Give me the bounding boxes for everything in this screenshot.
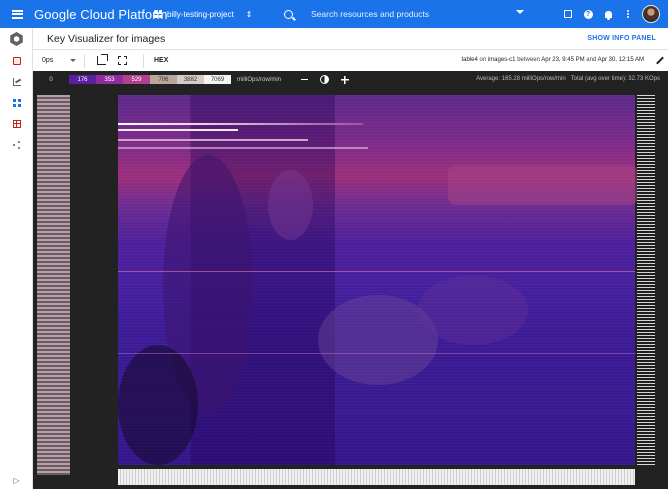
and-label: and	[586, 57, 597, 63]
brand-title[interactable]: Google Cloud Platform	[34, 7, 168, 22]
heatmap-region	[118, 345, 198, 465]
help-icon: ?	[583, 9, 593, 19]
table-name: table4	[461, 57, 478, 63]
heatmap-region	[268, 170, 313, 240]
top-app-bar: Google Cloud Platform billy-testing-proj…	[0, 0, 668, 28]
fullscreen-icon[interactable]	[118, 56, 127, 65]
total-value: Total (avg over time): 32.73 KOps	[570, 76, 660, 82]
chart-icon	[12, 77, 21, 86]
scale-unit: milliOps/row/min	[237, 76, 282, 83]
end-time: Apr 30, 12:15 AM	[597, 57, 644, 63]
help-button[interactable]: ?	[578, 5, 598, 23]
heatmap-hot-row	[118, 271, 635, 272]
heatmap-hot-row	[118, 129, 238, 131]
key-visualizer-icon	[12, 98, 21, 107]
edit-icon[interactable]	[656, 56, 664, 65]
project-selector[interactable]: billy-testing-project ⇕	[154, 10, 252, 19]
heatmap[interactable]	[118, 95, 638, 465]
divider	[84, 53, 85, 68]
scale-segment: 353	[96, 75, 123, 84]
unfold-icon: ⇕	[245, 9, 253, 19]
page-header: Key Visualizer for images SHOW INFO PANE…	[33, 28, 668, 50]
metric-value: 0ps	[42, 57, 54, 64]
scale-segment: 3882	[177, 75, 204, 84]
table-icon	[12, 119, 21, 128]
brightness-icon[interactable]	[320, 75, 330, 84]
heatmap-hot-row	[118, 139, 308, 141]
share-icon	[12, 141, 21, 149]
heatmap-region	[418, 275, 528, 345]
sidebar-item-tables[interactable]	[0, 113, 33, 134]
increase-brightness-icon[interactable]	[341, 75, 350, 84]
side-navigation: ▷	[0, 28, 33, 489]
page-title: Key Visualizer for images	[47, 32, 166, 45]
heatmap-hot-row	[118, 123, 363, 125]
instance-icon	[12, 56, 21, 65]
key-prefix-axis[interactable]	[37, 95, 70, 475]
search-bar[interactable]: Search resources and products	[276, 4, 528, 24]
scale-segment: 529	[123, 75, 150, 84]
project-icon	[154, 10, 162, 18]
sidebar-item-replication[interactable]	[0, 134, 33, 155]
show-info-panel-button[interactable]: SHOW INFO PANEL	[587, 35, 656, 42]
more-options-button[interactable]	[618, 5, 638, 23]
toolbar: 0ps HEX table4 on images-c1 between Apr …	[33, 50, 668, 71]
project-name: billy-testing-project	[167, 9, 234, 19]
time-axis-histogram[interactable]	[118, 469, 635, 485]
on-label: on	[479, 57, 487, 63]
scale-zero: 0	[49, 76, 53, 83]
expand-nav-icon[interactable]: ▷	[0, 473, 33, 487]
average-value: Average: 165.28 milliOps/row/min	[476, 76, 566, 82]
terminal-icon	[564, 10, 572, 18]
time-activity-column	[637, 95, 655, 465]
start-time: Apr 23, 9:45 PM	[541, 57, 585, 63]
scale-segment: 176	[69, 75, 96, 84]
scan-info: table4 on images-c1 between Apr 23, 9:45…	[461, 57, 644, 63]
scale-segment: 706	[150, 75, 177, 84]
metric-select[interactable]: 0ps	[42, 57, 76, 64]
avatar[interactable]	[642, 5, 660, 23]
search-placeholder: Search resources and products	[311, 9, 430, 19]
instance-name: images-c1	[487, 57, 516, 63]
divider	[143, 53, 144, 68]
stats-summary: Average: 165.28 milliOps/row/min Total (…	[476, 76, 660, 82]
heatmap-hot-row	[118, 353, 635, 354]
crop-icon[interactable]	[97, 54, 108, 65]
menu-icon[interactable]	[0, 0, 34, 28]
bigtable-logo-icon[interactable]	[0, 28, 33, 50]
color-scale-legend: 0 176 353 529 706 3882 7069 milliOps/row…	[33, 71, 668, 88]
hex-toggle-button[interactable]: HEX	[154, 57, 168, 64]
heatmap-region	[448, 165, 638, 205]
cloud-shell-button[interactable]	[558, 5, 578, 23]
sidebar-item-monitoring[interactable]	[0, 71, 33, 92]
sidebar-item-instances[interactable]	[0, 50, 33, 71]
scale-segment: 7069	[204, 75, 231, 84]
sidebar-item-key-visualizer[interactable]	[0, 92, 33, 113]
search-icon	[284, 9, 293, 19]
heatmap-hot-row	[118, 147, 368, 149]
between-label: between	[517, 57, 540, 63]
more-vert-icon	[627, 13, 629, 15]
bell-icon	[604, 10, 612, 20]
search-dropdown-icon[interactable]	[516, 10, 524, 14]
notifications-button[interactable]	[598, 5, 618, 23]
key-visualizer-heatmap-panel: 0 176 353 529 706 3882 7069 milliOps/row…	[33, 71, 668, 489]
decrease-brightness-icon[interactable]	[301, 78, 309, 81]
chevron-down-icon	[70, 59, 76, 62]
